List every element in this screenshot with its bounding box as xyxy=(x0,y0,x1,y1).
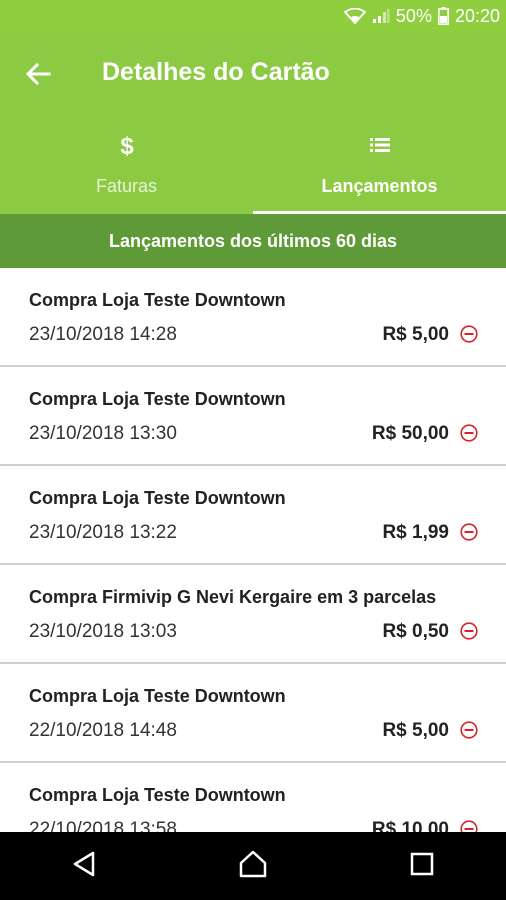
tab-bar: $ Faturas Lançamentos xyxy=(0,124,506,214)
transaction-datetime: 23/10/2018 14:28 xyxy=(29,324,177,345)
transaction-description: Compra Firmivip G Nevi Kergaire em 3 par… xyxy=(29,587,437,607)
transaction-amount: R$ 0,50 xyxy=(382,621,449,642)
tab-faturas[interactable]: $ Faturas xyxy=(0,124,253,214)
transaction-datetime: 22/10/2018 14:48 xyxy=(29,720,177,741)
square-recents-icon xyxy=(410,852,434,881)
app-bar: Detalhes do Cartão $ Faturas Lançamentos xyxy=(0,32,506,214)
transaction-row[interactable]: Compra Loja Teste Downtown 22/10/2018 13… xyxy=(0,763,506,832)
transaction-row[interactable]: Compra Loja Teste Downtown 23/10/2018 14… xyxy=(0,268,506,367)
tab-faturas-label: Faturas xyxy=(95,176,158,196)
transaction-amount: R$ 5,00 xyxy=(382,720,449,741)
transaction-amount: R$ 50,00 xyxy=(371,423,449,444)
transaction-description: Compra Loja Teste Downtown xyxy=(29,686,286,706)
navigation-bar xyxy=(0,832,506,900)
transaction-row[interactable]: Compra Firmivip G Nevi Kergaire em 3 par… xyxy=(0,565,506,664)
home-icon xyxy=(238,850,268,883)
minus-circle-icon[interactable] xyxy=(460,523,478,541)
nav-recents-button[interactable] xyxy=(337,832,506,900)
page-title: Detalhes do Cartão xyxy=(102,58,330,86)
minus-circle-icon[interactable] xyxy=(460,424,478,442)
transaction-amount: R$ 10,00 xyxy=(371,819,449,832)
section-header: Lançamentos dos últimos 60 dias xyxy=(0,214,506,268)
arrow-back-icon xyxy=(25,62,51,91)
transaction-datetime: 22/10/2018 13:58 xyxy=(29,819,177,832)
svg-text:$: $ xyxy=(120,133,134,158)
triangle-back-icon xyxy=(71,850,97,883)
nav-back-button[interactable] xyxy=(0,832,169,900)
transaction-datetime: 23/10/2018 13:03 xyxy=(29,621,177,642)
clock: 20:20 xyxy=(454,5,500,26)
transaction-list[interactable]: Compra Loja Teste Downtown 23/10/2018 14… xyxy=(0,268,506,832)
wifi-icon xyxy=(343,8,366,24)
transaction-row[interactable]: Compra Loja Teste Downtown 23/10/2018 13… xyxy=(0,367,506,466)
signal-icon xyxy=(372,8,390,24)
minus-circle-icon[interactable] xyxy=(460,721,478,739)
minus-circle-icon[interactable] xyxy=(460,820,478,832)
battery-icon xyxy=(437,7,449,25)
status-bar: 50% 20:20 xyxy=(0,0,506,32)
dollar-icon: $ xyxy=(119,132,135,158)
back-button[interactable] xyxy=(18,56,58,96)
transaction-row[interactable]: Compra Loja Teste Downtown 22/10/2018 14… xyxy=(0,664,506,763)
minus-circle-icon[interactable] xyxy=(460,622,478,640)
transaction-description: Compra Loja Teste Downtown xyxy=(29,389,286,409)
transaction-datetime: 23/10/2018 13:22 xyxy=(29,522,177,543)
transaction-amount: R$ 1,99 xyxy=(382,522,449,543)
tab-lancamentos-label: Lançamentos xyxy=(321,176,438,196)
transaction-description: Compra Loja Teste Downtown xyxy=(29,785,286,805)
transaction-datetime: 23/10/2018 13:30 xyxy=(29,423,177,444)
transaction-description: Compra Loja Teste Downtown xyxy=(29,290,286,310)
battery-percent: 50% xyxy=(395,5,432,26)
transaction-description: Compra Loja Teste Downtown xyxy=(29,488,286,508)
minus-circle-icon[interactable] xyxy=(460,325,478,343)
tab-lancamentos[interactable]: Lançamentos xyxy=(253,124,506,214)
transaction-row[interactable]: Compra Loja Teste Downtown 23/10/2018 13… xyxy=(0,466,506,565)
list-icon xyxy=(369,132,390,158)
nav-home-button[interactable] xyxy=(169,832,338,900)
transaction-amount: R$ 5,00 xyxy=(382,324,449,345)
